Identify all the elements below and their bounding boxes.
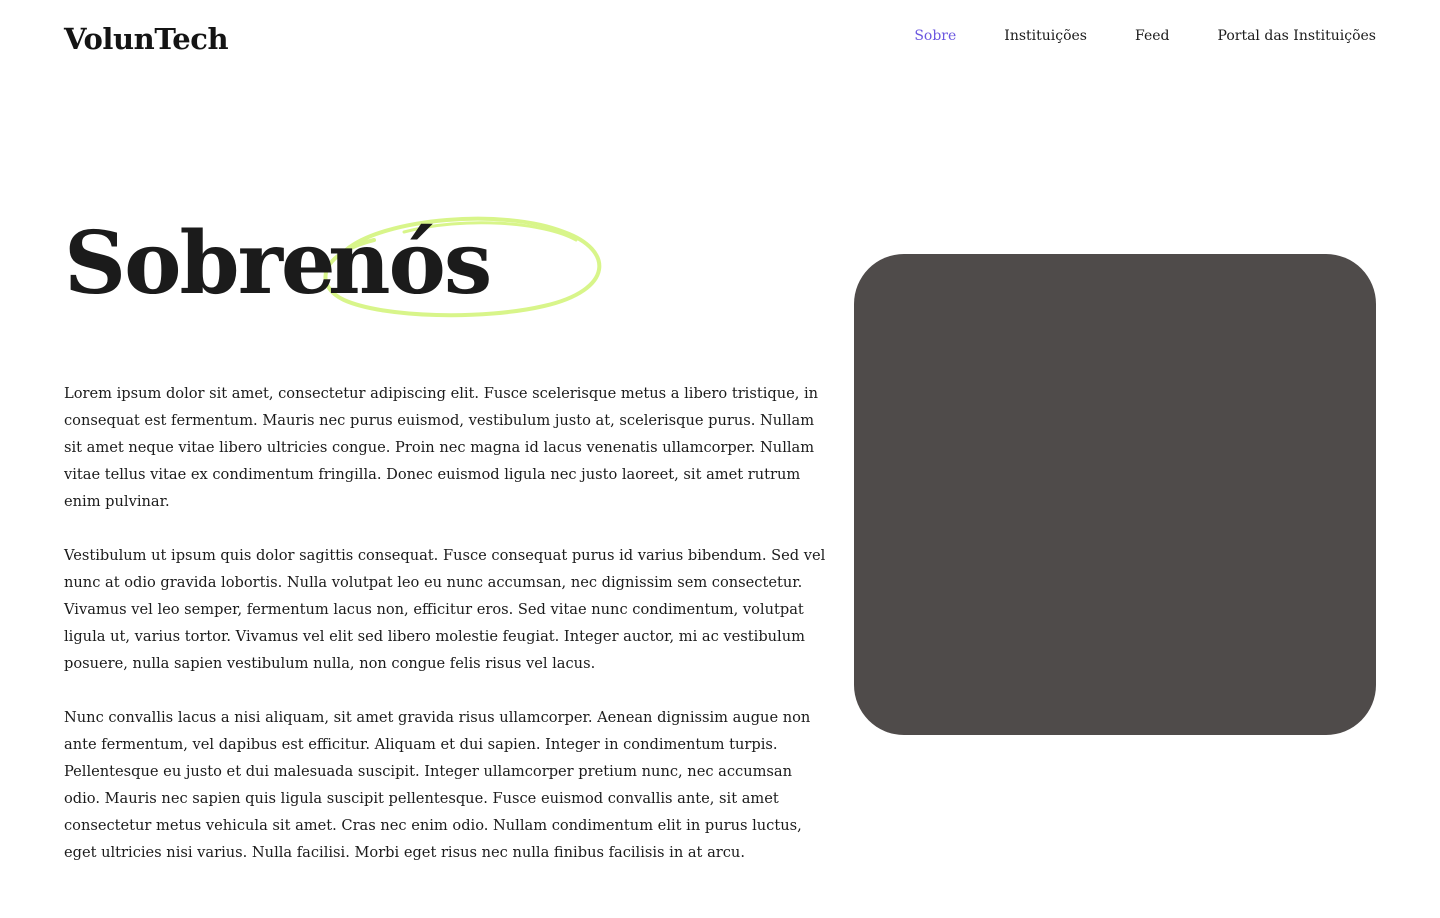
site-header: VolunTech Sobre Instituições Feed Portal… [64, 0, 1376, 76]
about-paragraph: Vestibulum ut ipsum quis dolor sagittis … [64, 547, 826, 672]
page-title: Sobre nós [64, 200, 624, 330]
brand-logo[interactable]: VolunTech [64, 19, 229, 59]
nav-item-instituicoes[interactable]: Instituições [1004, 26, 1087, 46]
nav-item-sobre[interactable]: Sobre [914, 26, 956, 46]
about-content: Lorem ipsum dolor sit amet, consectetur … [64, 380, 826, 893]
main-nav: Sobre Instituições Feed Portal das Insti… [914, 26, 1376, 46]
nav-item-portal-instituicoes[interactable]: Portal das Instituições [1217, 26, 1376, 46]
title-word-sobre: Sobre [64, 213, 336, 314]
about-paragraph: Lorem ipsum dolor sit amet, consectetur … [64, 385, 819, 510]
image-placeholder [854, 254, 1376, 735]
nav-item-feed[interactable]: Feed [1135, 26, 1169, 46]
title-word-nos: nós [328, 213, 492, 314]
about-paragraph: Nunc convallis lacus a nisi aliquam, sit… [64, 709, 811, 861]
